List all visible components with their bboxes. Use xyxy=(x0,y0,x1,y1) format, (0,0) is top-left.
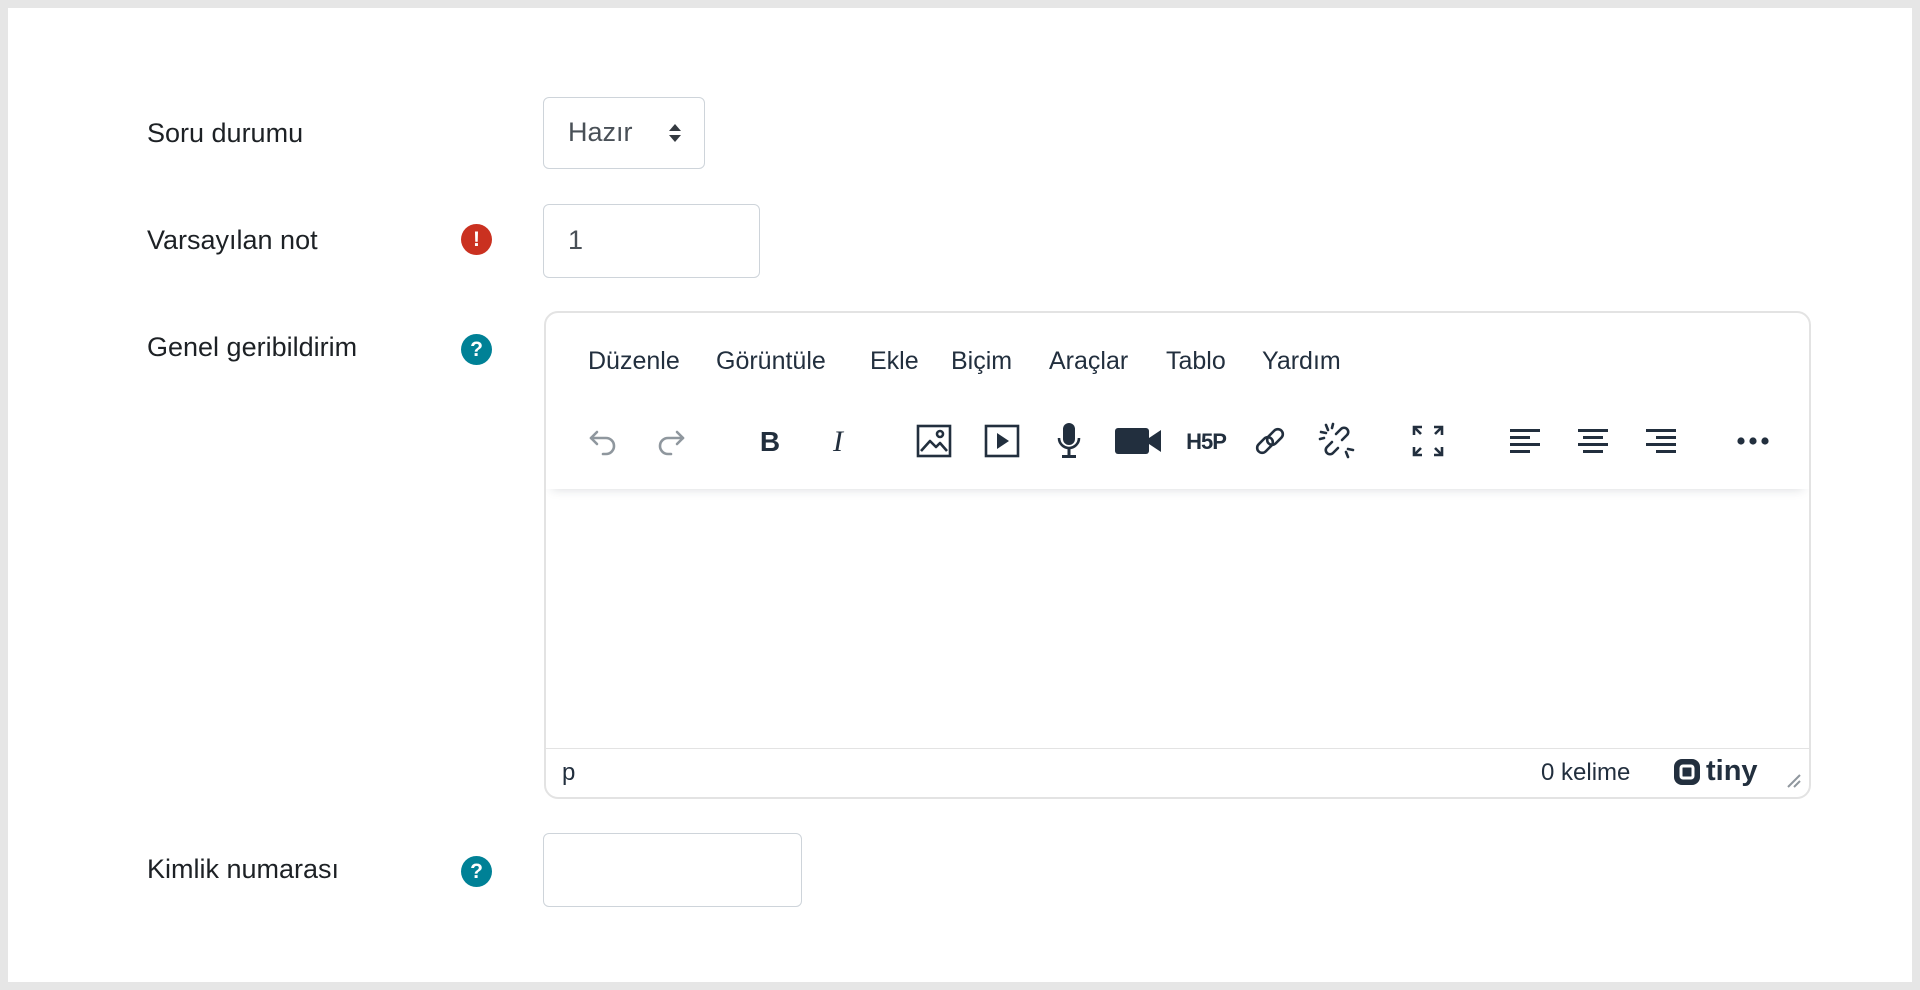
id-number-label: Kimlik numarası xyxy=(147,854,340,884)
menu-table[interactable]: Tablo xyxy=(1166,347,1226,376)
fullscreen-icon xyxy=(1412,425,1444,457)
menu-help[interactable]: Yardım xyxy=(1262,347,1341,376)
menu-insert[interactable]: Ekle xyxy=(870,347,919,376)
resize-handle-icon[interactable] xyxy=(1784,771,1802,789)
insert-h5p-button[interactable]: H5P xyxy=(1180,415,1232,467)
align-left-button[interactable] xyxy=(1499,415,1551,467)
microphone-icon xyxy=(1057,423,1081,458)
tiny-logo-icon xyxy=(1674,758,1700,785)
required-error-icon[interactable]: ! xyxy=(461,224,492,255)
align-right-icon xyxy=(1646,429,1676,453)
word-count[interactable]: 0 kelime xyxy=(1541,759,1630,787)
align-center-icon xyxy=(1578,429,1608,453)
menu-format[interactable]: Biçim xyxy=(951,347,1012,376)
id-number-input[interactable] xyxy=(543,833,802,907)
help-icon[interactable]: ? xyxy=(461,856,492,887)
italic-icon: I xyxy=(832,426,845,456)
record-audio-button[interactable] xyxy=(1043,415,1095,467)
insert-image-button[interactable] xyxy=(908,415,960,467)
sort-arrows-icon xyxy=(669,124,681,142)
more-icon xyxy=(1737,437,1769,445)
general-feedback-label: Genel geribildirim xyxy=(147,332,358,362)
tiny-brand-text: tiny xyxy=(1706,755,1758,787)
element-path[interactable]: p xyxy=(562,759,575,787)
insert-link-button[interactable] xyxy=(1244,415,1296,467)
bold-button[interactable]: B xyxy=(744,415,796,467)
media-icon xyxy=(984,424,1020,458)
align-right-button[interactable] xyxy=(1635,415,1687,467)
tiny-logo[interactable]: tiny xyxy=(1672,755,1758,788)
editor-toolbar: B I H5P xyxy=(546,393,1809,489)
svg-text:B: B xyxy=(760,426,780,456)
status-select[interactable]: Hazır xyxy=(543,97,705,169)
unlink-icon xyxy=(1318,422,1355,459)
italic-button[interactable]: I xyxy=(812,415,864,467)
image-icon xyxy=(916,424,952,458)
svg-text:I: I xyxy=(832,426,845,456)
help-icon[interactable]: ? xyxy=(461,334,492,365)
menu-edit[interactable]: Düzenle xyxy=(588,347,680,376)
editor-content-area[interactable] xyxy=(546,489,1809,751)
more-button[interactable] xyxy=(1727,415,1779,467)
video-camera-icon xyxy=(1115,428,1161,454)
fullscreen-button[interactable] xyxy=(1402,415,1454,467)
svg-text:H5P: H5P xyxy=(1186,429,1226,454)
default-mark-label: Varsayılan not xyxy=(147,225,318,255)
h5p-icon: H5P xyxy=(1186,429,1227,454)
editor-statusbar: p 0 kelime tiny xyxy=(546,748,1809,797)
bold-icon: B xyxy=(760,426,780,456)
menu-view[interactable]: Görüntüle xyxy=(716,347,826,376)
status-select-value: Hazır xyxy=(568,117,633,147)
undo-icon xyxy=(589,430,616,456)
align-left-icon xyxy=(1510,429,1540,453)
align-center-button[interactable] xyxy=(1567,415,1619,467)
redo-icon xyxy=(658,430,685,456)
record-video-button[interactable] xyxy=(1112,415,1164,467)
rich-text-editor: Düzenle Görüntüle Ekle Biçim Araçlar Tab… xyxy=(544,311,1811,799)
form-card: Soru durumu Hazır Varsayılan not ! 1 Gen… xyxy=(8,8,1912,982)
link-icon xyxy=(1255,427,1285,455)
menu-tools[interactable]: Araçlar xyxy=(1049,347,1128,376)
editor-menubar: Düzenle Görüntüle Ekle Biçim Araçlar Tab… xyxy=(546,313,1809,393)
undo-button[interactable] xyxy=(577,415,629,467)
status-label: Soru durumu xyxy=(147,118,304,148)
redo-button[interactable] xyxy=(645,415,697,467)
remove-link-button[interactable] xyxy=(1311,415,1363,467)
insert-media-button[interactable] xyxy=(976,415,1028,467)
default-mark-input[interactable]: 1 xyxy=(543,204,760,278)
